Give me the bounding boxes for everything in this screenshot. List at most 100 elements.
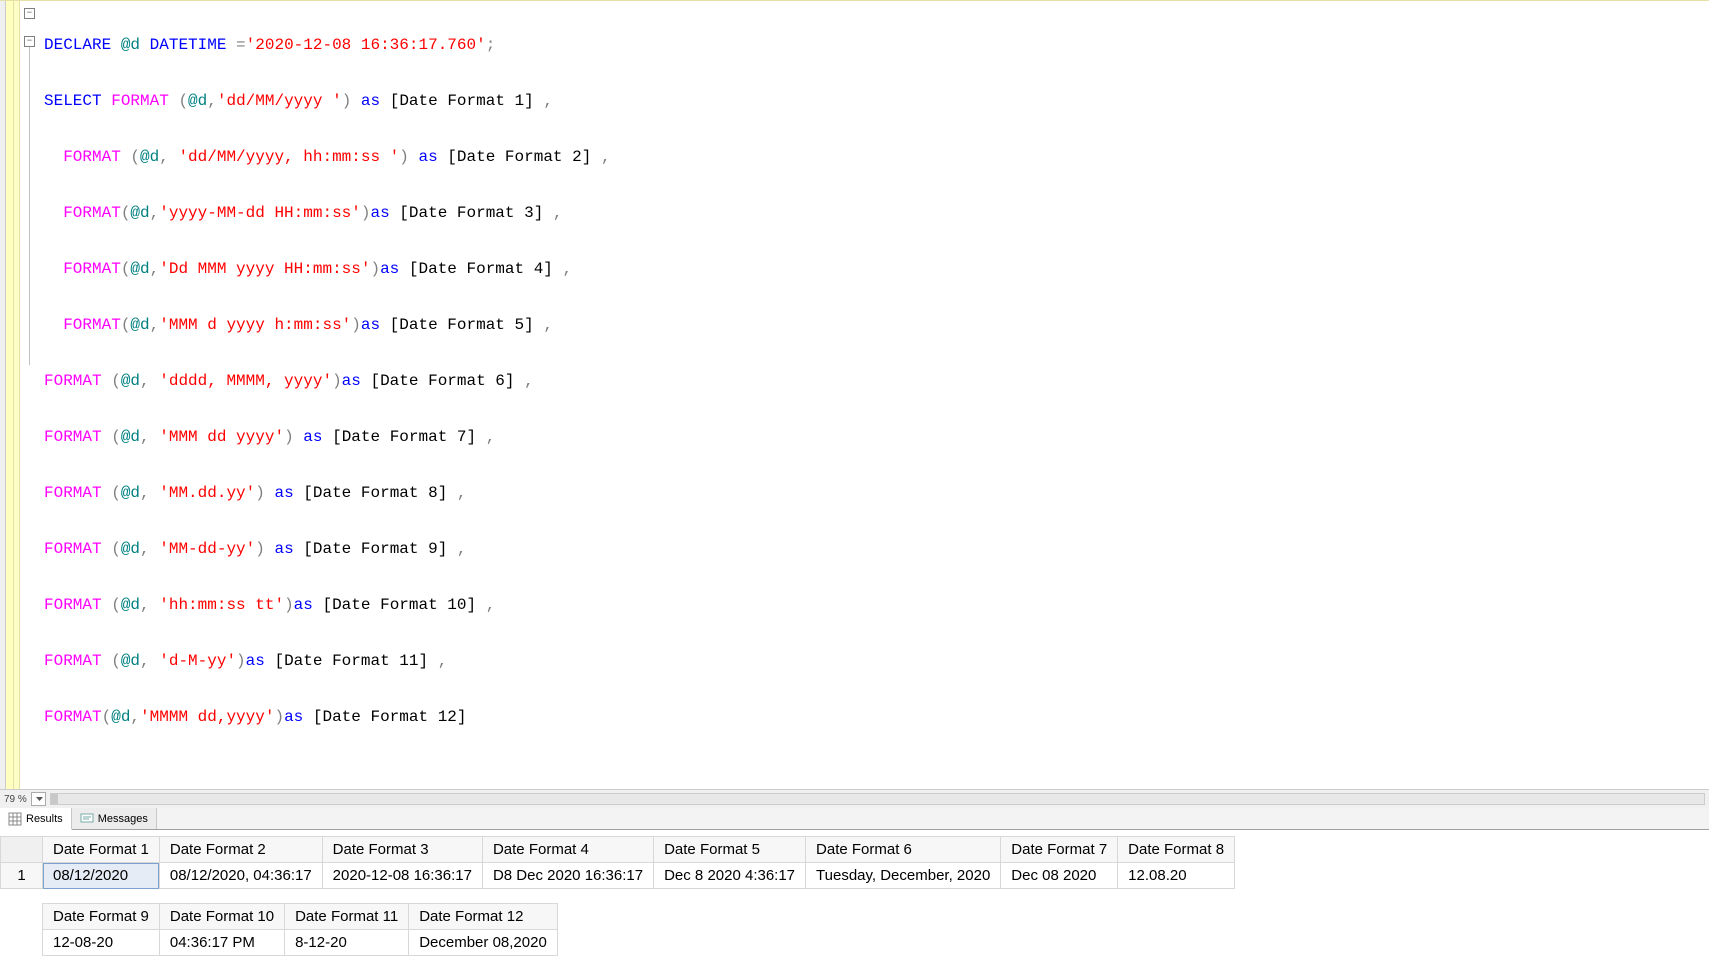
operator: = [226, 36, 245, 54]
column-header[interactable]: Date Format 8 [1118, 837, 1235, 863]
cell[interactable]: D8 Dec 2020 16:36:17 [482, 863, 653, 889]
string-literal: 'dd/MM/yyyy, hh:mm:ss ' [178, 148, 399, 166]
variable: @d [121, 596, 140, 614]
column-header[interactable]: Date Format 4 [482, 837, 653, 863]
column-header[interactable]: Date Format 7 [1001, 837, 1118, 863]
keyword: as [265, 484, 294, 502]
keyword: DATETIME [150, 36, 227, 54]
string-literal: 'dd/MM/yyyy ' [217, 92, 342, 110]
comma: , [601, 148, 611, 166]
alias: [Date Format 9] [294, 540, 457, 558]
keyword: as [294, 428, 323, 446]
keyword: as [284, 708, 303, 726]
alias: [Date Format 3] [390, 204, 553, 222]
code-text[interactable]: DECLARE @d DATETIME ='2020-12-08 16:36:1… [42, 1, 1709, 789]
alias: [Date Format 12] [303, 708, 466, 726]
comma: , [140, 652, 159, 670]
column-header[interactable]: Date Format 11 [285, 904, 409, 930]
string-literal: 'd-M-yy' [159, 652, 236, 670]
column-header[interactable]: Date Format 5 [654, 837, 806, 863]
cell[interactable]: 12.08.20 [1118, 863, 1235, 889]
variable: @d [130, 260, 149, 278]
comma: , [486, 428, 496, 446]
column-header[interactable]: Date Format 2 [159, 837, 322, 863]
paren: ( [130, 148, 140, 166]
keyword: as [294, 596, 313, 614]
variable: @d [121, 428, 140, 446]
column-header[interactable]: Date Format 1 [43, 837, 160, 863]
function: FORMAT [44, 428, 111, 446]
table-row[interactable]: 1 08/12/2020 08/12/2020, 04:36:17 2020-1… [1, 863, 1235, 889]
paren: ) [332, 372, 342, 390]
function: FORMAT [63, 260, 121, 278]
results-grid-1[interactable]: Date Format 1 Date Format 2 Date Format … [0, 836, 1235, 889]
paren: ) [351, 316, 361, 334]
cell[interactable]: 2020-12-08 16:36:17 [322, 863, 482, 889]
alias: [Date Format 11] [265, 652, 438, 670]
paren: ) [236, 652, 246, 670]
variable: @d [140, 148, 159, 166]
results-grid-2[interactable]: Date Format 9 Date Format 10 Date Format… [42, 903, 558, 956]
paren: ) [255, 540, 265, 558]
editor-change-margin [6, 1, 14, 789]
string-literal: 'hh:mm:ss tt' [159, 596, 284, 614]
column-header[interactable]: Date Format 12 [409, 904, 558, 930]
indent [44, 204, 63, 222]
function: FORMAT [44, 372, 111, 390]
paren: ) [342, 92, 352, 110]
comma: , [438, 652, 448, 670]
zoom-dropdown[interactable] [31, 792, 46, 806]
comma: , [140, 484, 159, 502]
comma: , [207, 92, 217, 110]
comma: , [140, 372, 159, 390]
cell[interactable]: Dec 8 2020 4:36:17 [654, 863, 806, 889]
cell[interactable]: Dec 08 2020 [1001, 863, 1118, 889]
comma: , [150, 260, 160, 278]
cell[interactable]: 08/12/2020 [43, 863, 160, 889]
string-literal: '2020-12-08 16:36:17.760' [246, 36, 486, 54]
alias: [Date Format 1] [380, 92, 543, 110]
tab-label: Messages [98, 813, 148, 825]
column-header[interactable]: Date Format 9 [43, 904, 160, 930]
row-number-header[interactable] [1, 837, 43, 863]
alias: [Date Format 7] [322, 428, 485, 446]
paren: ) [370, 260, 380, 278]
column-header[interactable]: Date Format 3 [322, 837, 482, 863]
variable: @d [130, 204, 149, 222]
cell[interactable]: Tuesday, December, 2020 [806, 863, 1001, 889]
alias: [Date Format 6] [361, 372, 524, 390]
column-header[interactable]: Date Format 6 [806, 837, 1001, 863]
paren: ( [111, 428, 121, 446]
horizontal-scrollbar[interactable] [50, 793, 1705, 805]
scrollbar-thumb[interactable] [51, 794, 58, 804]
paren: ( [111, 540, 121, 558]
tab-messages[interactable]: Messages [72, 808, 157, 829]
string-literal: 'MMMM dd,yyyy' [140, 708, 274, 726]
sql-editor[interactable]: DECLARE @d DATETIME ='2020-12-08 16:36:1… [0, 0, 1709, 789]
tab-results[interactable]: Results [0, 808, 72, 830]
paren: ( [111, 484, 121, 502]
cell[interactable]: December 08,2020 [409, 930, 558, 956]
paren: ( [121, 316, 131, 334]
row-number-cell[interactable]: 1 [1, 863, 43, 889]
keyword: as [380, 260, 399, 278]
editor-status-strip: 79 % [0, 789, 1709, 808]
cell[interactable]: 04:36:17 PM [159, 930, 284, 956]
keyword: as [246, 652, 265, 670]
comma: , [553, 204, 563, 222]
table-row[interactable]: 12-08-20 04:36:17 PM 8-12-20 December 08… [43, 930, 558, 956]
cell[interactable]: 8-12-20 [285, 930, 409, 956]
cell[interactable]: 08/12/2020, 04:36:17 [159, 863, 322, 889]
keyword: as [265, 540, 294, 558]
results-tabstrip: Results Messages [0, 808, 1709, 830]
comma: , [150, 316, 160, 334]
cell[interactable]: 12-08-20 [43, 930, 160, 956]
fold-toggle-icon[interactable] [24, 36, 35, 47]
paren: ( [121, 260, 131, 278]
column-header[interactable]: Date Format 10 [159, 904, 284, 930]
function: FORMAT [111, 92, 178, 110]
function: FORMAT [63, 148, 130, 166]
keyword: DECLARE [44, 36, 111, 54]
variable: @d [121, 540, 140, 558]
fold-toggle-icon[interactable] [24, 8, 35, 19]
